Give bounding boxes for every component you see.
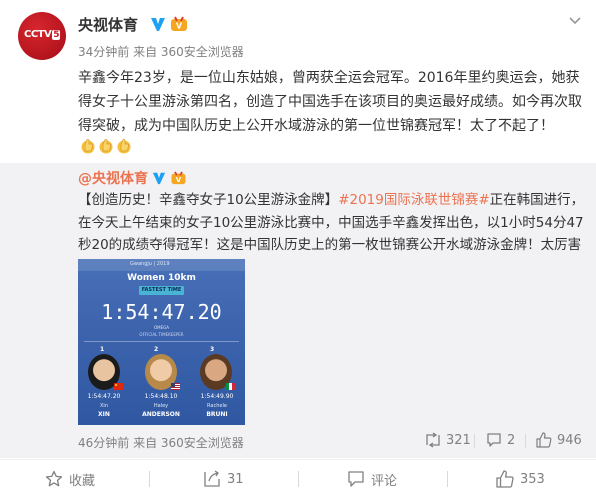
- quoted-like-button[interactable]: 946: [536, 432, 582, 448]
- podium-rank: 3: [210, 346, 215, 353]
- quoted-comment-button[interactable]: 2: [486, 432, 515, 448]
- usa-flag-icon: [171, 383, 180, 390]
- avatar-logo-number: 5: [52, 30, 60, 40]
- hashtag-link[interactable]: #2019国际泳联世锦赛#: [338, 192, 489, 208]
- thumbs-up-icon: [496, 470, 514, 488]
- quoted-repost-button[interactable]: 321: [425, 432, 471, 448]
- podium-first-name: Haley: [153, 403, 169, 409]
- svg-text:V: V: [176, 22, 183, 31]
- photo-fastest-label: FASTEST TIME: [139, 286, 184, 295]
- photo-event-title: Women 10km: [127, 273, 196, 283]
- podium-time: 1:54:47.20: [87, 393, 121, 400]
- photo-official-label: OFFICIAL TIMEKEEPER: [139, 332, 184, 337]
- vip-badge-icon[interactable]: V: [170, 16, 188, 32]
- quoted-comment-count: 2: [507, 432, 516, 448]
- quoted-text-prefix: 【创造历史！辛鑫夺女子10公里游泳金牌】: [78, 192, 339, 208]
- favorite-button[interactable]: 收藏: [45, 469, 95, 489]
- post-text: 辛鑫今年23岁，是一位山东姑娘，曾两获全运会冠军。2016年里约奥运会，她获得女…: [78, 70, 582, 134]
- thumbs-up-emoji-icon: [81, 138, 95, 154]
- divider: [298, 471, 299, 487]
- photo-omega-logo: OMEGA: [154, 325, 169, 330]
- china-flag-icon: [114, 383, 123, 390]
- verified-icon: [152, 172, 166, 185]
- photo-winning-time: 1:54:47.20: [101, 300, 222, 324]
- thumbs-up-emoji-icon: [117, 138, 131, 154]
- italy-flag-icon: [226, 383, 235, 390]
- avatar-logo-text: CCTV: [23, 29, 52, 40]
- post-meta: 34分钟前 来自 360安全浏览器: [78, 45, 244, 59]
- author-avatar[interactable]: CCTV 5: [18, 12, 66, 60]
- repost-icon: [204, 470, 220, 487]
- podium-rank: 1: [100, 346, 105, 353]
- podium-first-name: Xin: [100, 403, 108, 409]
- weibo-post-card: CCTV 5 央视体育 V 34分钟前 来自 360安全浏览器 辛鑫今年23岁，是…: [0, 0, 596, 497]
- podium-time: 1:54:49.90: [200, 393, 234, 400]
- action-bar: 收藏 31 评论 353: [0, 459, 596, 497]
- thumbs-up-emoji-row: [80, 138, 132, 154]
- quoted-repost-count: 321: [446, 432, 471, 448]
- chevron-down-icon[interactable]: [567, 14, 583, 28]
- comment-button[interactable]: 评论: [347, 469, 397, 489]
- avatar-logo: CCTV 5: [22, 29, 62, 43]
- favorite-label: 收藏: [69, 473, 96, 489]
- photo-divider: [84, 341, 239, 342]
- comment-icon: [348, 471, 364, 487]
- quoted-author-name[interactable]: @央视体育: [78, 168, 148, 188]
- repost-button[interactable]: 31: [203, 469, 244, 489]
- repost-icon: [426, 432, 440, 448]
- podium-rank: 2: [154, 346, 159, 353]
- svg-text:V: V: [176, 176, 182, 184]
- podium-last-name: XIN: [98, 411, 110, 418]
- podium-last-name: BRUNI: [206, 411, 228, 418]
- quoted-like-count: 946: [557, 432, 582, 448]
- photo-event-logo: Gwangju | 2019: [130, 261, 170, 267]
- comment-label: 评论: [371, 473, 398, 489]
- podium-first-name: Rachele: [207, 403, 227, 409]
- quoted-meta: 46分钟前 来自 360安全浏览器: [78, 436, 244, 450]
- divider: [525, 434, 526, 448]
- thumbs-up-icon: [536, 432, 552, 448]
- quoted-photo[interactable]: Gwangju | 2019 Women 10km FASTEST TIME 1…: [78, 259, 245, 425]
- repost-count: 31: [227, 471, 244, 487]
- divider: [447, 471, 448, 487]
- thumbs-up-emoji-icon: [99, 138, 113, 154]
- divider: [474, 434, 475, 448]
- divider: [149, 471, 150, 487]
- author-name[interactable]: 央视体育: [78, 14, 138, 35]
- verified-icon: [151, 18, 165, 31]
- like-count: 353: [520, 471, 545, 487]
- comment-icon: [487, 433, 501, 447]
- like-button[interactable]: 353: [496, 469, 545, 489]
- podium-last-name: ANDERSON: [142, 411, 180, 418]
- star-icon: [45, 470, 63, 487]
- vip-badge-icon[interactable]: V: [170, 171, 187, 185]
- podium-time: 1:54:48.10: [144, 393, 178, 400]
